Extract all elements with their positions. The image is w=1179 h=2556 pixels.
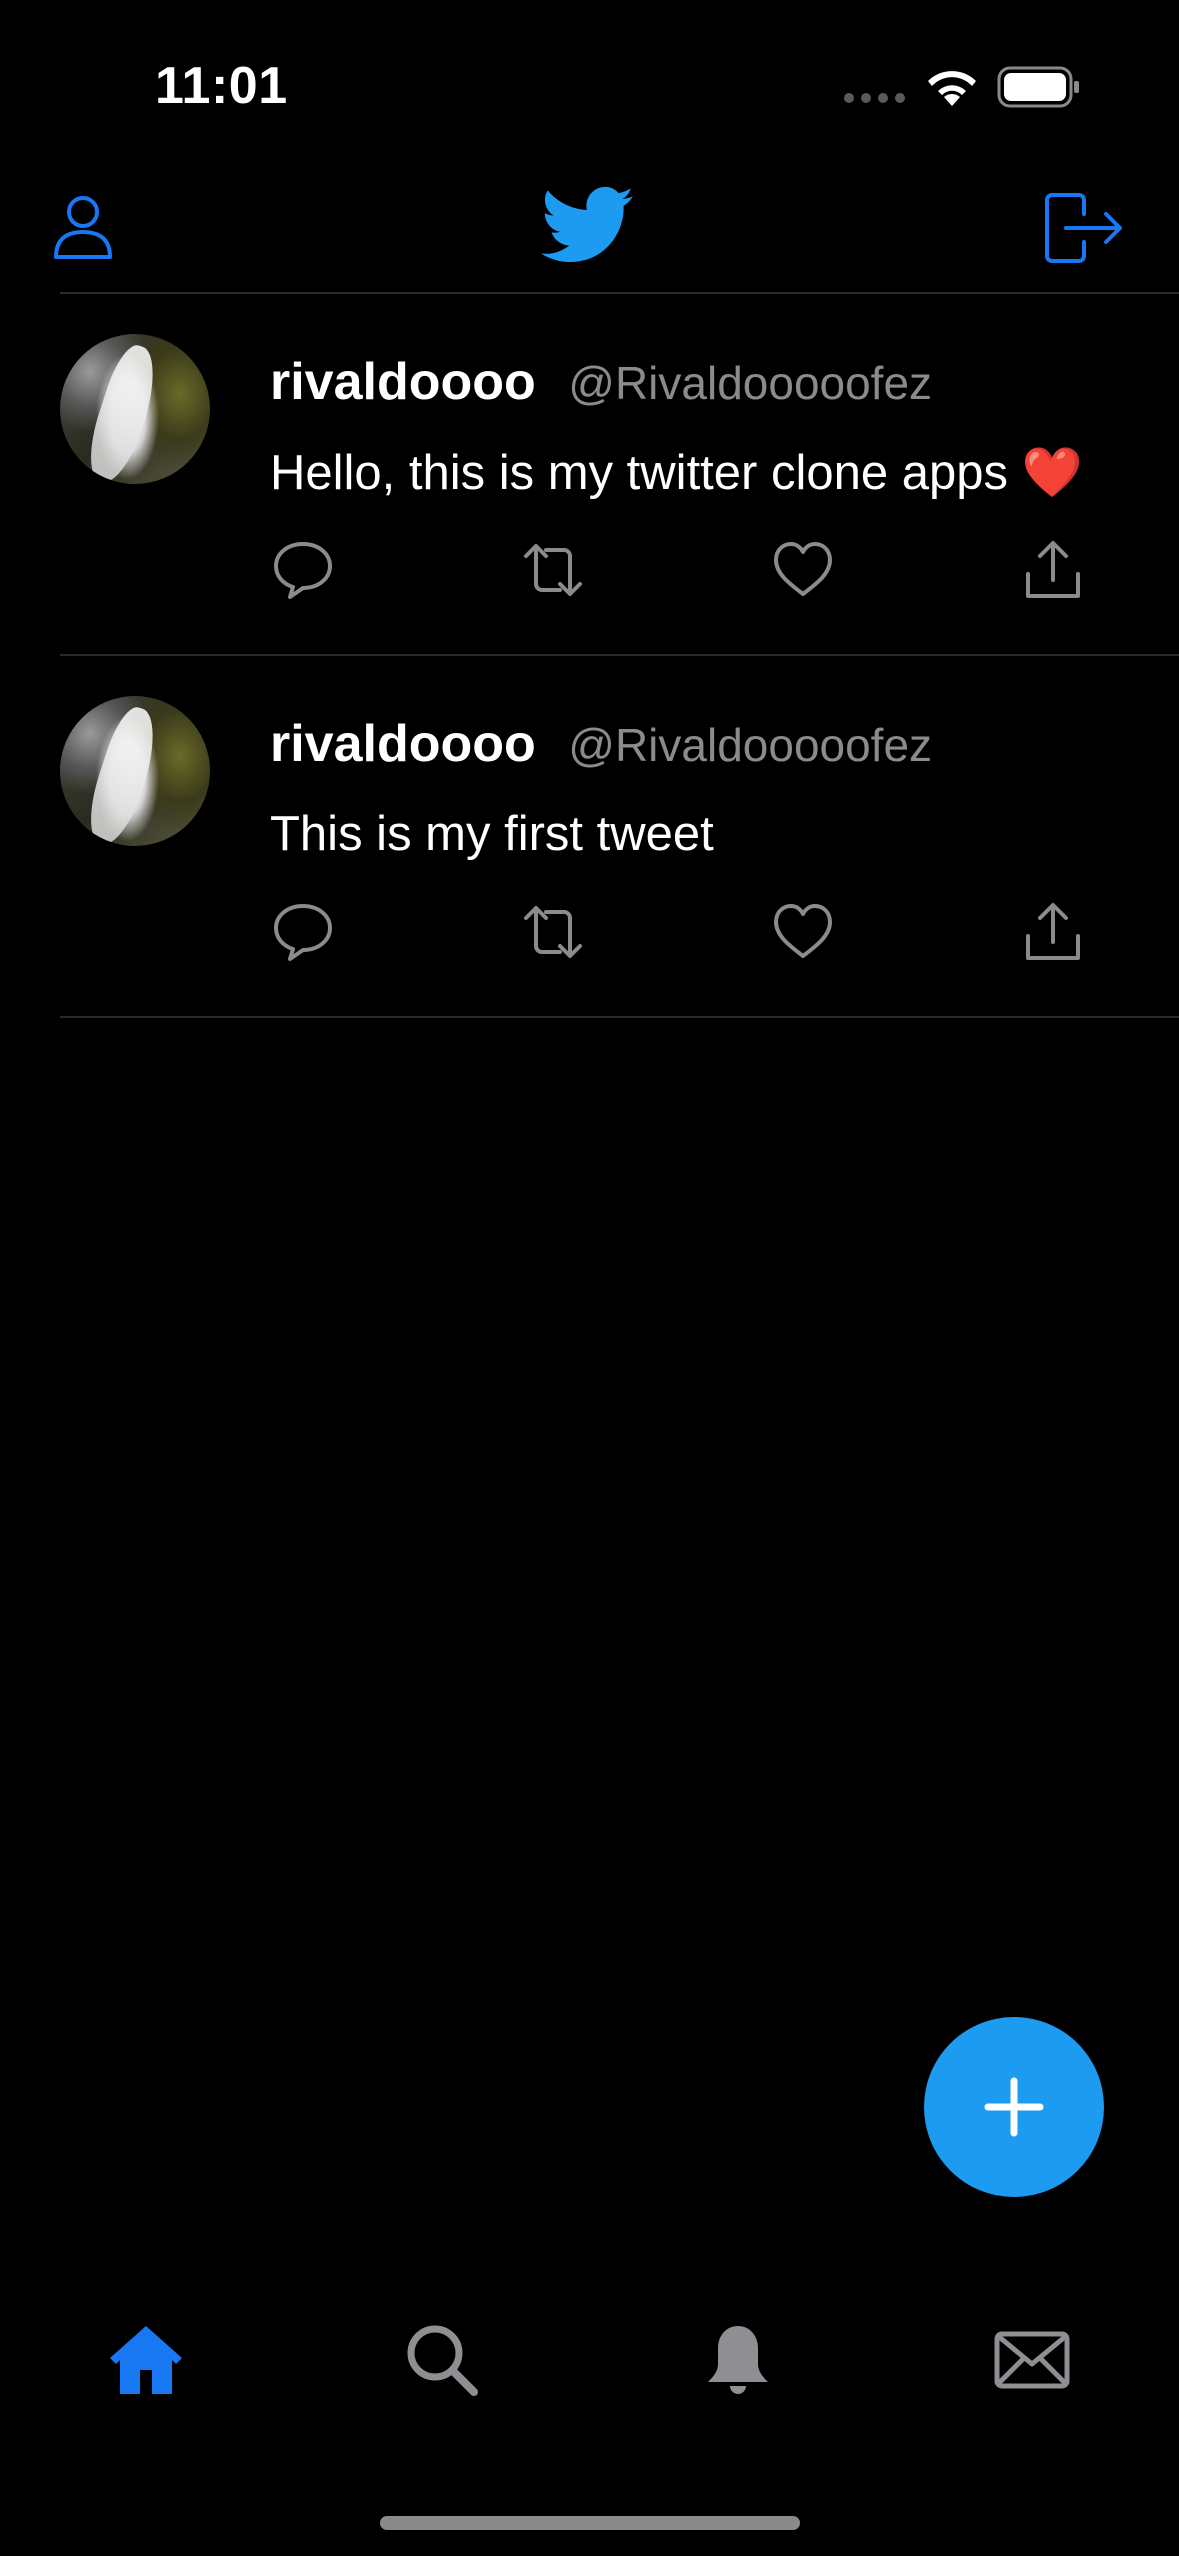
tweet-feed: rivaldoooo @Rivaldooooofez Hello, this i… [0,294,1179,1018]
share-icon[interactable] [1020,900,1086,964]
tab-bar [0,2320,1179,2440]
tweet-divider [60,1016,1179,1018]
wifi-icon [928,71,976,106]
retweet-icon[interactable] [520,538,586,602]
status-time: 11:01 [155,57,288,115]
search-icon[interactable] [402,2320,482,2400]
share-icon[interactable] [1020,538,1086,602]
like-icon[interactable] [770,538,836,602]
comment-icon[interactable] [270,538,336,602]
home-icon[interactable] [106,2320,186,2400]
twitter-bird-logo [541,186,634,263]
tweet-actions [270,900,1100,964]
top-nav [0,170,1179,293]
like-icon[interactable] [770,900,836,964]
tweet-item[interactable]: rivaldoooo @Rivaldooooofez This is my fi… [0,656,1179,1018]
tweet-header: rivaldoooo @Rivaldooooofez [270,352,932,412]
battery-icon [997,66,1079,108]
avatar[interactable] [60,696,210,846]
tweet-author-handle: @Rivaldooooofez [568,719,933,771]
logout-icon[interactable] [1044,192,1124,264]
tweet-header: rivaldoooo @Rivaldooooofez [270,714,932,774]
avatar[interactable] [60,334,210,484]
comment-icon[interactable] [270,900,336,964]
tweet-author-name: rivaldoooo [270,715,536,773]
bell-icon[interactable] [698,2320,778,2400]
tweet-actions [270,538,1100,602]
compose-tweet-button[interactable] [924,2017,1104,2197]
home-indicator[interactable] [380,2516,800,2530]
mail-icon[interactable] [992,2320,1072,2400]
tweet-item[interactable]: rivaldoooo @Rivaldooooofez Hello, this i… [0,294,1179,656]
plus-icon [984,2077,1044,2137]
tweet-author-handle: @Rivaldooooofez [568,357,933,409]
retweet-icon[interactable] [520,900,586,964]
signal-dots-icon [844,93,906,105]
tweet-text: Hello, this is my twitter clone apps ❤️ [270,446,1083,500]
profile-icon[interactable] [52,194,114,260]
tweet-text: This is my first tweet [270,807,714,861]
status-bar: 11:01 [0,0,1179,170]
tweet-author-name: rivaldoooo [270,353,536,411]
